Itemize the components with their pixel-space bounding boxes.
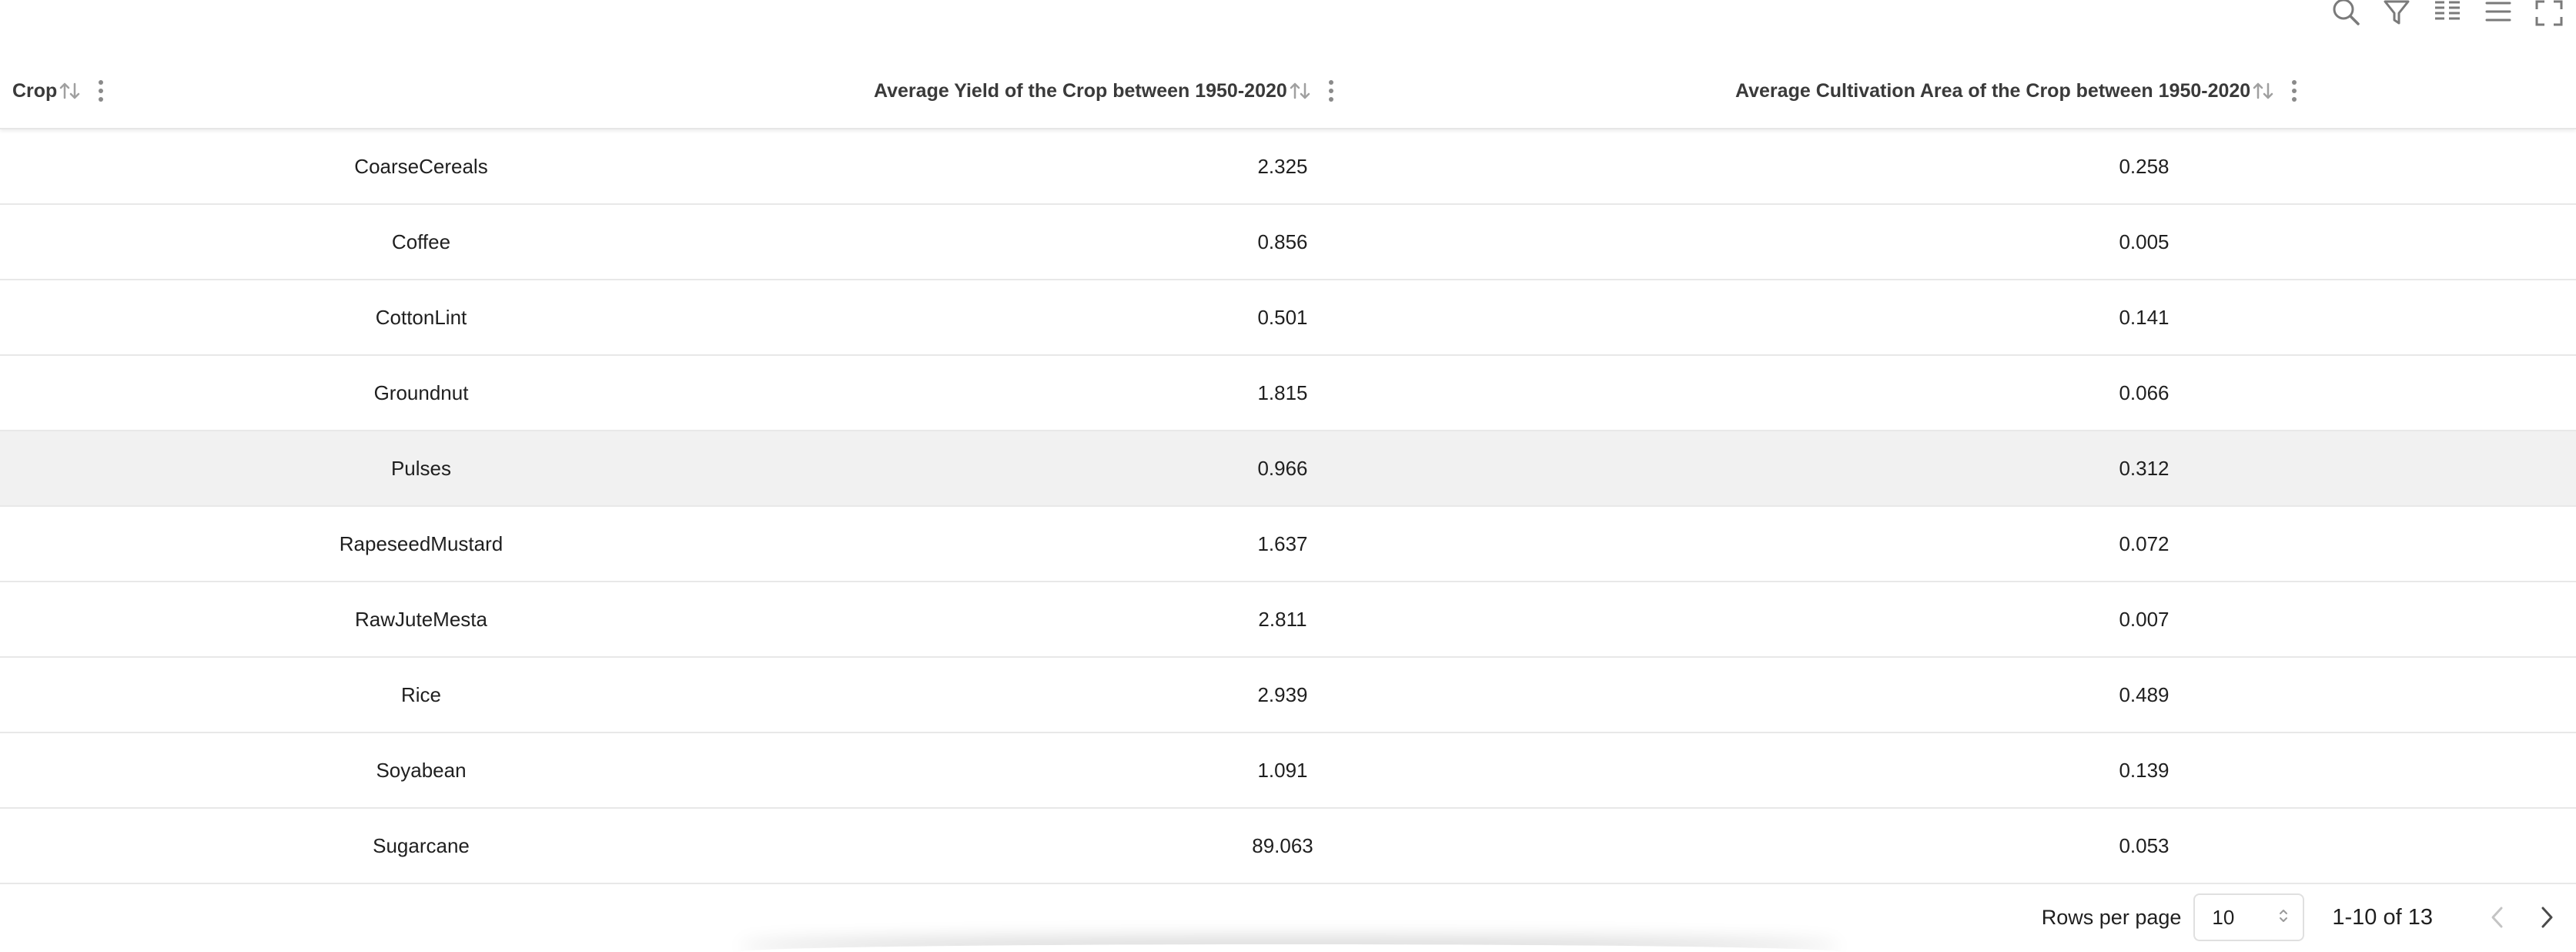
column-header-yield[interactable]: Average Yield of the Crop between 1950-2… bbox=[874, 54, 1333, 128]
cell-crop: RawJuteMesta bbox=[355, 607, 487, 631]
cell-yield: 89.063 bbox=[1252, 833, 1313, 857]
cell-area: 0.312 bbox=[2119, 456, 2170, 480]
cell-yield: 2.325 bbox=[1257, 154, 1308, 178]
cell-yield: 0.966 bbox=[1257, 456, 1308, 480]
select-arrows-icon bbox=[2278, 906, 2289, 930]
table-row[interactable]: Rice 2.939 0.489 bbox=[0, 658, 2576, 733]
rows-per-page-label: Rows per page bbox=[2041, 905, 2182, 929]
cell-area: 0.489 bbox=[2119, 682, 2170, 706]
cell-crop: Sugarcane bbox=[373, 833, 470, 857]
table-row[interactable]: RawJuteMesta 2.811 0.007 bbox=[0, 582, 2576, 658]
column-header-label: Crop bbox=[12, 79, 58, 102]
cell-yield: 1.637 bbox=[1257, 531, 1308, 555]
chevron-right-icon bbox=[2541, 907, 2553, 928]
columns-icon[interactable] bbox=[2431, 0, 2464, 26]
cell-area: 0.139 bbox=[2119, 758, 2170, 782]
cell-area: 0.258 bbox=[2119, 154, 2170, 178]
table-row[interactable]: Coffee 0.856 0.005 bbox=[0, 205, 2576, 280]
column-menu-icon[interactable] bbox=[1328, 80, 1333, 102]
cell-area: 0.072 bbox=[2119, 531, 2170, 555]
cell-crop: CoarseCereals bbox=[354, 154, 488, 178]
chevron-left-icon bbox=[2491, 907, 2503, 928]
cell-crop: Groundnut bbox=[373, 380, 469, 404]
column-menu-icon[interactable] bbox=[2292, 80, 2297, 102]
column-menu-icon[interactable] bbox=[99, 80, 104, 102]
cell-area: 0.141 bbox=[2119, 305, 2170, 329]
floating-panel-shadow bbox=[739, 944, 1840, 952]
cell-yield: 2.939 bbox=[1257, 682, 1308, 706]
cell-crop: Soyabean bbox=[376, 758, 467, 782]
cell-crop: Coffee bbox=[391, 230, 451, 253]
cell-area: 0.066 bbox=[2119, 380, 2170, 404]
cell-crop: CottonLint bbox=[375, 305, 467, 329]
column-header-label: Average Yield of the Crop between 1950-2… bbox=[874, 79, 1287, 102]
column-header-area[interactable]: Average Cultivation Area of the Crop bet… bbox=[1735, 54, 2297, 128]
crop-data-table: Crop Average Yield of the Crop between 1… bbox=[0, 54, 2576, 884]
cell-yield: 1.091 bbox=[1257, 758, 1308, 782]
cell-area: 0.005 bbox=[2119, 230, 2170, 253]
search-icon[interactable] bbox=[2330, 0, 2362, 26]
cell-yield: 2.811 bbox=[1258, 607, 1307, 631]
cell-crop: Rice bbox=[400, 682, 441, 706]
table-row[interactable]: Sugarcane 89.063 0.053 bbox=[0, 809, 2576, 884]
table-row[interactable]: RapeseedMustard 1.637 0.072 bbox=[0, 507, 2576, 582]
table-row[interactable]: CoarseCereals 2.325 0.258 bbox=[0, 129, 2576, 205]
table-row[interactable]: CottonLint 0.501 0.141 bbox=[0, 280, 2576, 356]
cell-yield: 0.501 bbox=[1257, 305, 1308, 329]
cell-area: 0.007 bbox=[2119, 607, 2170, 631]
cell-yield: 0.856 bbox=[1257, 230, 1308, 253]
rows-per-page-value: 10 bbox=[2212, 905, 2235, 929]
pagination-range: 1-10 of 13 bbox=[2332, 904, 2433, 930]
pagination-bar: Rows per page 10 1-10 of 13 bbox=[2042, 883, 2576, 952]
column-header-label: Average Cultivation Area of the Crop bet… bbox=[1735, 79, 2251, 102]
sort-icon[interactable] bbox=[1289, 81, 1312, 101]
next-page-button[interactable] bbox=[2531, 898, 2562, 937]
prev-page-button[interactable] bbox=[2482, 898, 2513, 937]
density-icon[interactable] bbox=[2482, 0, 2514, 26]
fullscreen-icon[interactable] bbox=[2533, 0, 2565, 26]
table-header-row: Crop Average Yield of the Crop between 1… bbox=[0, 54, 2576, 129]
table-row-hovered[interactable]: Pulses 0.966 0.312 bbox=[0, 431, 2576, 507]
sort-icon[interactable] bbox=[59, 81, 82, 101]
data-grid-page: Crop Average Yield of the Crop between 1… bbox=[0, 0, 2576, 952]
filter-icon[interactable] bbox=[2380, 0, 2413, 26]
cell-crop: RapeseedMustard bbox=[339, 531, 503, 555]
table-toolbar bbox=[2330, 0, 2576, 31]
cell-area: 0.053 bbox=[2119, 833, 2170, 857]
table-row[interactable]: Groundnut 1.815 0.066 bbox=[0, 356, 2576, 431]
rows-per-page-select[interactable]: 10 bbox=[2193, 893, 2305, 941]
sort-icon[interactable] bbox=[2252, 81, 2275, 101]
table-row[interactable]: Soyabean 1.091 0.139 bbox=[0, 733, 2576, 809]
column-header-crop[interactable]: Crop bbox=[12, 54, 104, 128]
cell-yield: 1.815 bbox=[1257, 380, 1308, 404]
cell-crop: Pulses bbox=[390, 456, 452, 480]
